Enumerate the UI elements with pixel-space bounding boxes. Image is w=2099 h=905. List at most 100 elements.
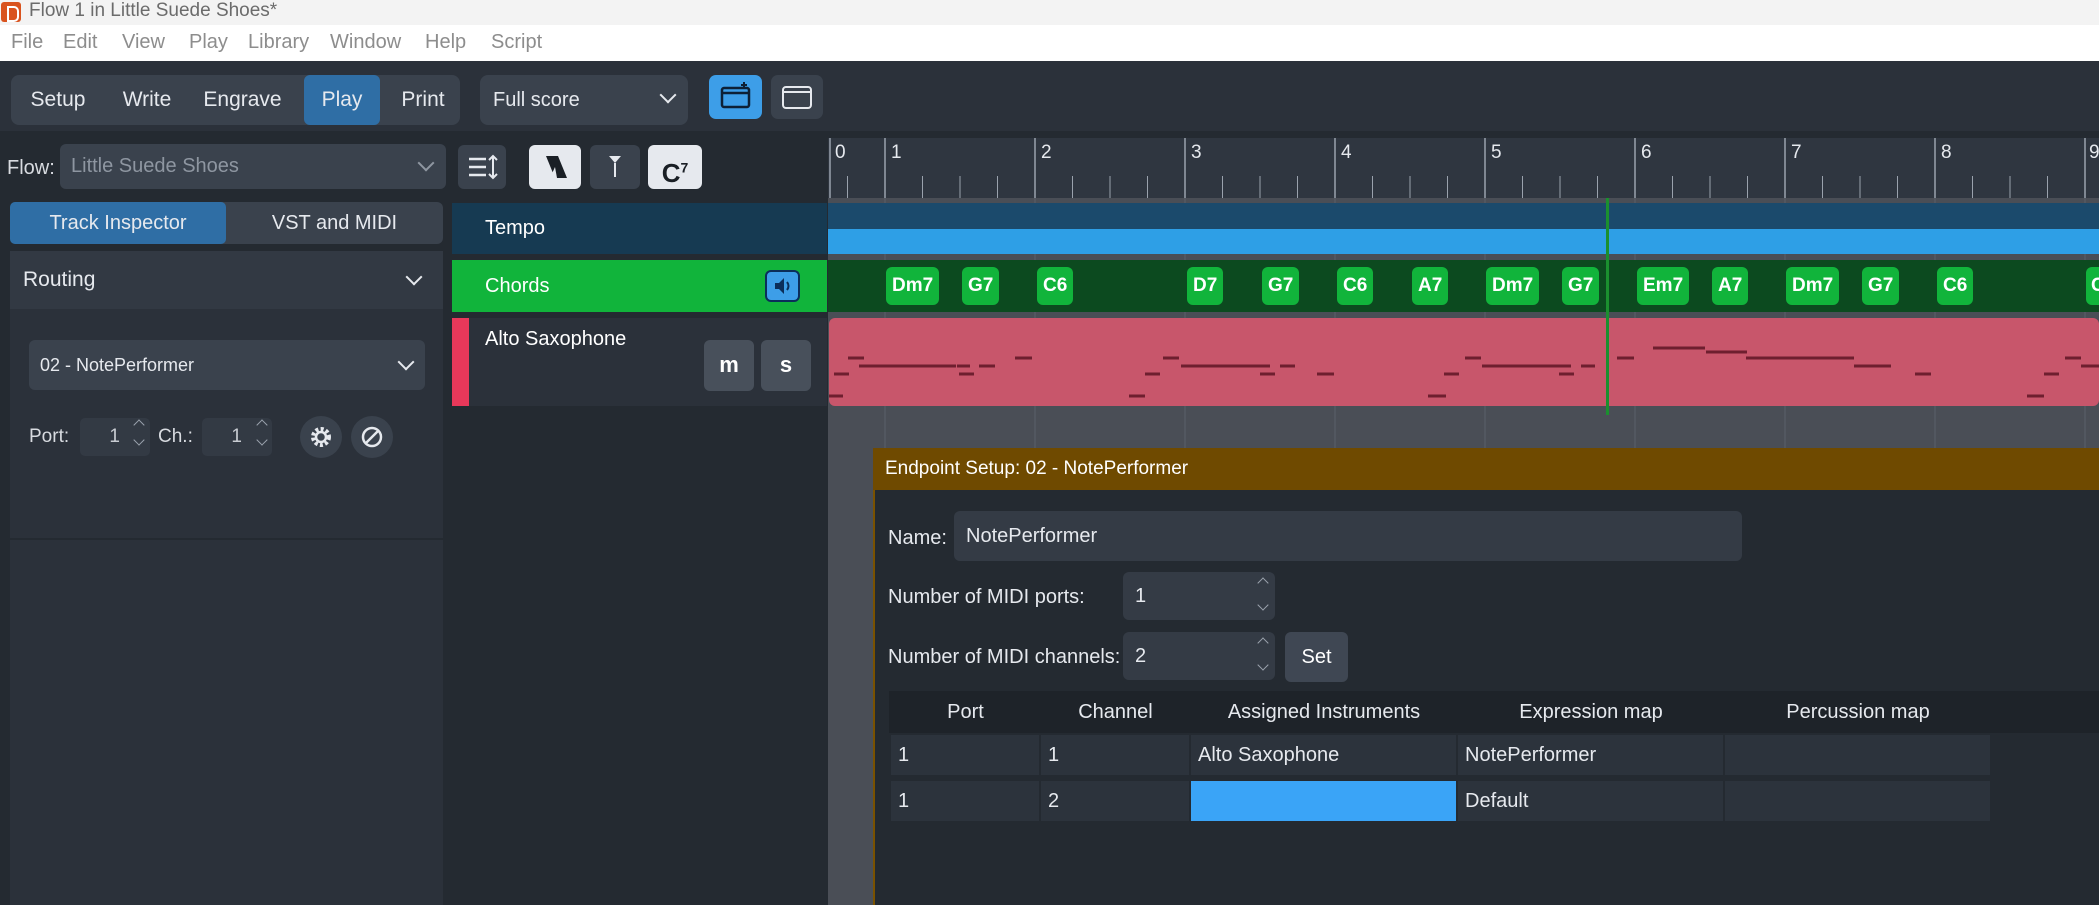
midi-ports-label: Number of MIDI ports: [888,586,1085,608]
table-cell-percussion-map[interactable] [1725,781,1990,821]
mode-engrave-button[interactable]: Engrave [195,75,290,125]
layout-select-value: Full score [493,89,580,111]
menu-edit[interactable]: Edit [63,31,97,54]
chord-symbol[interactable]: C [2086,267,2099,305]
tab-track-inspector[interactable]: Track Inspector [10,202,226,244]
flow-select[interactable]: Little Suede Shoes [60,144,446,189]
chord-lane[interactable] [828,260,2099,312]
table-cell-channel[interactable]: 1 [1041,735,1189,775]
endpoint-settings-button[interactable] [300,416,342,458]
port-label: Port: [29,426,70,447]
page-view-icon [782,86,812,109]
chord-symbol[interactable]: G7 [1862,267,1900,305]
mode-play-button[interactable]: Play [304,75,380,125]
disable-endpoint-button[interactable] [351,416,393,458]
galley-view-button[interactable] [709,75,762,119]
chord-tool-icon: C7 [661,157,689,188]
select-tool-icon [546,156,567,178]
menu-library[interactable]: Library [248,31,309,54]
menu-script[interactable]: Script [491,31,542,54]
speaker-icon [775,278,790,294]
routing-title: Routing [23,268,96,291]
name-value: NotePerformer [966,525,1098,547]
page-view-button[interactable] [771,75,823,119]
track-header-tempo[interactable]: Tempo [452,203,827,254]
tempo-curve [828,229,2099,254]
column-header-channel[interactable]: Channel [1041,701,1190,724]
chord-symbol[interactable]: C6 [1337,267,1374,305]
bar-number: 3 [1191,142,1202,163]
solo-button[interactable]: s [761,340,811,391]
left-panel-empty-area [10,540,443,905]
flow-select-value: Little Suede Shoes [71,155,239,177]
chord-symbol[interactable]: G7 [962,267,1000,305]
chord-symbol[interactable]: C6 [1037,267,1074,305]
track-list-empty-area [452,406,827,905]
column-header-expression-map[interactable]: Expression map [1458,701,1724,724]
channel-label: Ch.: [158,426,193,447]
tab-vst-and-midi[interactable]: VST and MIDI [226,202,443,244]
table-cell-port[interactable]: 1 [891,781,1039,821]
chord-symbol[interactable]: G7 [1262,267,1300,305]
menu-file[interactable]: File [11,31,43,54]
dialog-title: Endpoint Setup: 02 - NotePerformer [885,458,1189,479]
chord-symbol[interactable]: Dm7 [886,267,940,305]
mode-setup-button[interactable]: Setup [16,75,100,125]
menu-play[interactable]: Play [189,31,228,54]
table-cell-percussion-map[interactable] [1725,735,1990,775]
midi-channels-value: 2 [1135,645,1147,667]
set-button[interactable]: Set [1285,632,1348,682]
chord-symbol[interactable]: C6 [1937,267,1974,305]
midi-notes [829,346,2099,398]
column-header-port[interactable]: Port [891,701,1040,724]
table-cell-assigned-instrument[interactable]: Alto Saxophone [1191,735,1456,775]
table-cell-port[interactable]: 1 [891,735,1039,775]
draw-tool-button[interactable] [529,145,581,189]
name-label: Name: [888,527,947,549]
midi-channels-stepper[interactable]: 2 [1123,632,1275,680]
bar-number: 7 [1791,142,1802,163]
table-cell-expression-map[interactable]: Default [1458,781,1723,821]
track-height-icon [469,154,498,180]
marker-tool-button[interactable] [590,145,640,189]
table-cell-channel[interactable]: 2 [1041,781,1189,821]
chord-tool-button[interactable]: C7 [648,145,702,189]
mute-button[interactable]: m [704,340,754,391]
mode-switcher: Setup Write Engrave Play Print [11,75,460,125]
disable-icon [361,426,383,448]
chord-symbol[interactable]: D7 [1187,267,1224,305]
ruler-ticks [829,138,2086,198]
menu-window[interactable]: Window [330,31,401,54]
bar-number: 4 [1341,142,1352,163]
chord-symbol[interactable]: Dm7 [1786,267,1840,305]
chord-symbol[interactable]: A7 [1412,267,1449,305]
bar-number: 2 [1041,142,1052,163]
layout-select[interactable]: Full score [480,75,688,125]
bar-number: 1 [891,142,902,163]
midi-ports-stepper[interactable]: 1 [1123,572,1275,620]
name-field[interactable]: NotePerformer [954,511,1742,561]
chevron-down-icon [397,353,415,371]
marker-tool-icon [609,156,621,177]
column-header-assigned-instruments[interactable]: Assigned Instruments [1191,701,1457,724]
chords-playback-button[interactable] [765,270,800,302]
menu-view[interactable]: View [122,31,165,54]
table-cell-expression-map[interactable]: NotePerformer [1458,735,1723,775]
column-header-percussion-map[interactable]: Percussion map [1725,701,1991,724]
track-name-alto-saxophone: Alto Saxophone [485,328,627,350]
alto-saxophone-region[interactable] [829,318,2099,406]
menu-help[interactable]: Help [425,31,466,54]
playhead[interactable] [1606,198,1609,415]
mode-print-button[interactable]: Print [392,75,454,125]
chord-symbol[interactable]: Em7 [1637,267,1690,305]
mode-write-button[interactable]: Write [111,75,183,125]
chord-symbol[interactable]: A7 [1712,267,1749,305]
track-height-button[interactable] [458,145,506,189]
timeline-ruler[interactable] [828,138,2099,198]
app-icon [1,2,21,22]
chord-symbol[interactable]: G7 [1562,267,1600,305]
menu-bar: File Edit View Play Library Window Help … [0,25,2099,61]
table-cell-assigned-instrument-selected[interactable] [1191,781,1456,821]
chord-symbol[interactable]: Dm7 [1486,267,1540,305]
device-select[interactable]: 02 - NotePerformer [29,340,425,390]
